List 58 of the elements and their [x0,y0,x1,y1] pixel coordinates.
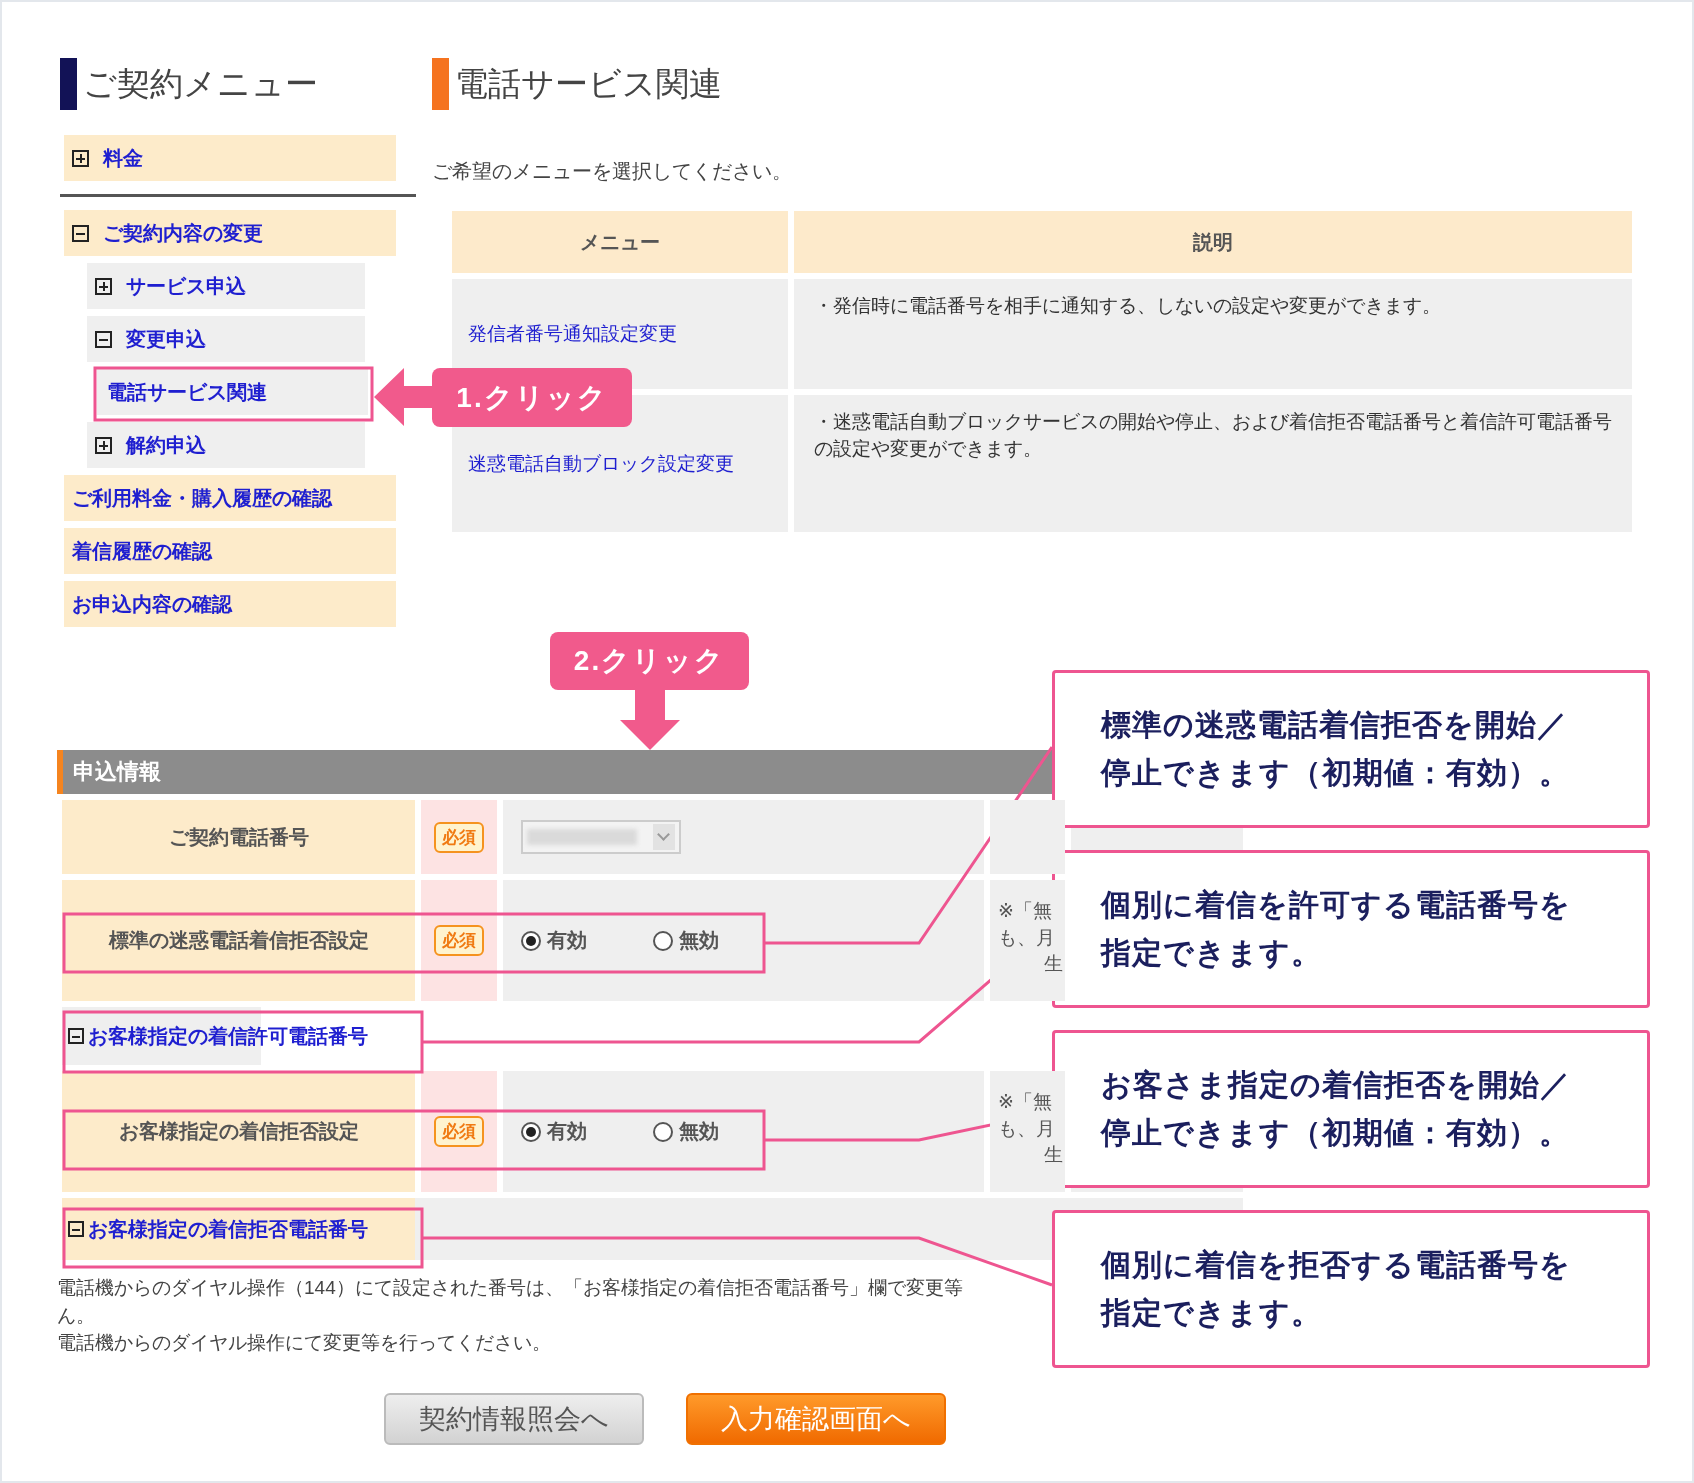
column-header: 説明 [794,211,1632,273]
sidebar-item[interactable]: 着信履歴の確認 [64,528,396,574]
expander-icon [72,224,89,242]
callout-text: 個別に着信を許可する電話番号を [1101,887,1572,923]
menu-link[interactable]: 発信者番号通知設定変更 [468,321,677,347]
sidebar-item[interactable]: 料金 [64,135,396,181]
expander-icon [95,277,112,295]
note-text: 電話機からのダイヤル操作にて変更等を行ってください。 [57,1331,551,1356]
expander-icon [95,330,112,348]
caret-icon [653,824,675,850]
sidebar-item[interactable]: ご利用料金・購入履歴の確認 [64,475,396,521]
expander-icon [68,1028,84,1044]
option-label: 無効 [679,1119,719,1144]
sidebar-item[interactable]: サービス申込 [87,263,365,309]
instruction-text: ご希望のメニューを選択してください。 [432,159,793,184]
callout-text: 指定できます。 [1101,935,1323,971]
menu-title: ご契約メニュー [83,63,318,104]
radio-option[interactable]: 無効 [653,927,719,954]
callout-text: 個別に着信を拒否する電話番号を [1101,1247,1572,1283]
field-label: ご契約電話番号 [62,800,415,874]
field-label: 標準の迷惑電話着信拒否設定 [62,880,415,1001]
sidebar-item[interactable]: 変更申込 [87,316,365,362]
column-header: メニュー [452,211,788,273]
sidebar-item[interactable]: 電話サービス関連 [97,369,368,415]
radio-option[interactable]: 有効 [521,1118,587,1145]
note-text: ん。 [57,1303,95,1328]
arrow-icon [374,368,434,426]
option-label: 有効 [547,928,587,953]
required-badge: 必須 [434,821,484,853]
page-title: 電話サービス関連 [455,63,722,104]
expander-icon [68,1221,84,1237]
required-badge: 必須 [434,925,484,956]
callout-text: お客さま指定の着信拒否を開始／ [1101,1067,1572,1103]
arrow-icon [620,690,680,750]
sidebar-item[interactable]: 解約申込 [87,422,365,468]
callout-text: 停止できます（初期値：有効）。 [1101,1115,1571,1151]
step-badge: 2.クリック [550,632,749,690]
radio-option[interactable]: 無効 [653,1118,719,1145]
sidebar-item[interactable]: お申込内容の確認 [64,581,396,627]
sidebar-item[interactable]: ご契約内容の変更 [64,210,396,256]
menu-link[interactable]: 迷惑電話自動ブロック設定変更 [468,450,734,477]
table-cell: ・発信時に電話番号を相手に通知する、しないの設定や変更ができます。 [794,279,1632,389]
expander-icon [72,149,89,167]
table-cell: ・迷惑電話自動ブロックサービスの開始や停止、および着信拒否電話番号と着信許可電話番号の設定や変更ができます。 [794,395,1632,532]
heading-bar [432,58,449,110]
radio-option[interactable]: 有効 [521,927,587,954]
note-text: 電話機からのダイヤル操作（144）にて設定された番号は、「お客様指定の着信拒否電話番号」欄で変更等 [57,1276,963,1300]
phone-select[interactable] [521,820,681,854]
form-button[interactable]: 契約情報照会へ [384,1392,644,1445]
step-badge: 1.クリック [432,368,632,427]
field-label: お客様指定の着信拒否設定 [62,1071,415,1192]
required-badge: 必須 [434,1116,484,1147]
callout-text: 標準の迷惑電話着信拒否を開始／ [1101,707,1569,743]
option-label: 無効 [679,928,719,953]
callout-text: 指定できます。 [1101,1295,1323,1331]
option-label: 有効 [547,1119,587,1144]
expander-icon [95,436,112,454]
heading-bar [60,58,77,110]
